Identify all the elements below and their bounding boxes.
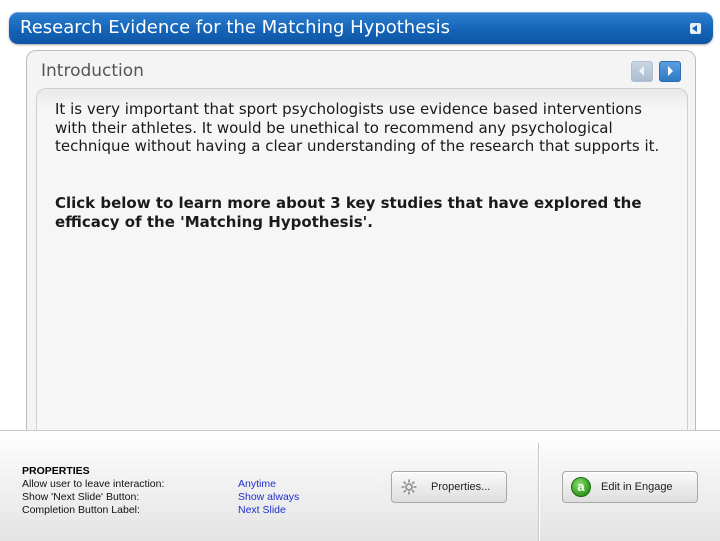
content-panel: It is very important that sport psycholo… <box>36 88 688 436</box>
property-label: Allow user to leave interaction: <box>22 478 165 490</box>
property-row: Completion Button Label: Next Slide <box>22 504 299 517</box>
engage-logo-icon: a <box>571 477 591 497</box>
edit-in-engage-button[interactable]: a Edit in Engage <box>562 471 698 503</box>
intro-paragraph: It is very important that sport psycholo… <box>55 100 660 155</box>
property-label: Show 'Next Slide' Button: <box>22 491 140 503</box>
properties-button[interactable]: Properties... <box>391 471 507 503</box>
engage-logo-letter: a <box>577 479 585 494</box>
arrow-left-icon <box>639 66 644 76</box>
next-slide-button[interactable] <box>659 61 681 82</box>
properties-list: PROPERTIES Allow user to leave interacti… <box>22 465 299 517</box>
edit-in-engage-label: Edit in Engage <box>601 481 673 493</box>
property-row: Allow user to leave interaction: Anytime <box>22 478 299 491</box>
property-value: Show always <box>238 491 300 503</box>
divider <box>538 443 539 541</box>
slide-heading: Introduction <box>41 61 144 81</box>
property-label: Completion Button Label: <box>22 504 140 516</box>
arrow-right-icon <box>668 66 673 76</box>
properties-button-label: Properties... <box>431 481 491 493</box>
window-title: Research Evidence for the Matching Hypot… <box>20 17 451 38</box>
gear-icon <box>401 479 417 495</box>
property-value: Anytime <box>238 478 276 490</box>
title-bar: Research Evidence for the Matching Hypot… <box>9 12 713 44</box>
properties-title: PROPERTIES <box>22 465 90 477</box>
call-to-action-text: Click below to learn more about 3 key st… <box>55 194 642 231</box>
previous-slide-button[interactable] <box>631 61 653 82</box>
property-value: Next Slide <box>238 504 286 516</box>
close-icon[interactable] <box>690 23 701 34</box>
property-row: Show 'Next Slide' Button: Show always <box>22 491 299 504</box>
